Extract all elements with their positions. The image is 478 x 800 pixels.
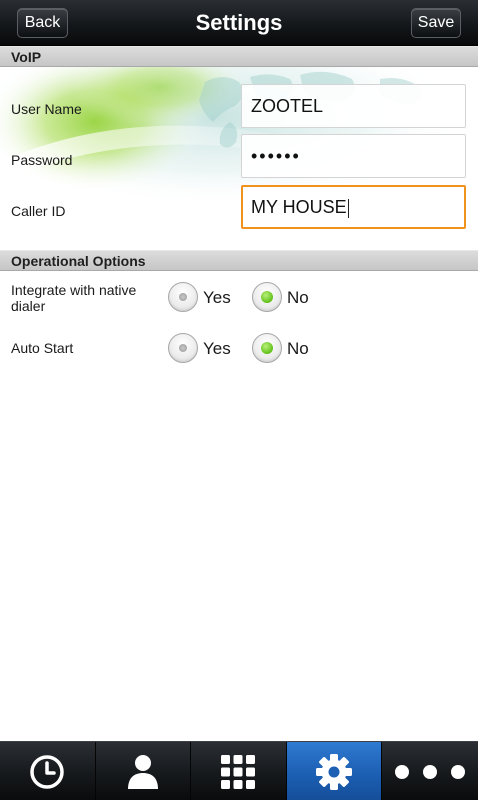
gear-icon [316,753,353,790]
voip-section: User Name ZOOTEL Password •••••• Caller … [0,67,478,250]
auto-start-yes-label[interactable]: Yes [203,339,231,359]
user-name-input[interactable]: ZOOTEL [241,84,466,128]
bottom-tab-bar [0,741,478,800]
tab-dialpad[interactable] [191,742,287,800]
voip-section-header: VoIP [0,46,478,67]
auto-start-label: Auto Start [11,340,74,356]
native-dialer-no-label[interactable]: No [287,288,309,308]
password-input[interactable]: •••••• [241,134,466,178]
header-bar: Back Settings Save [0,0,478,46]
caller-id-input[interactable]: MY HOUSE [241,185,466,229]
tab-history[interactable] [0,742,96,800]
native-dialer-yes-label[interactable]: Yes [203,288,231,308]
person-icon [127,754,158,789]
tab-more[interactable] [382,742,478,800]
auto-start-yes-radio[interactable] [168,333,198,363]
caller-id-label: Caller ID [11,203,66,219]
caller-id-value: MY HOUSE [251,197,347,217]
password-value: •••••• [251,146,301,166]
native-dialer-label: Integrate with native dialer [11,282,137,314]
user-name-label: User Name [11,101,82,117]
native-dialer-no-radio[interactable] [252,282,282,312]
password-label: Password [11,152,73,168]
clock-icon [30,754,65,789]
tab-settings[interactable] [286,742,383,800]
auto-start-no-radio[interactable] [252,333,282,363]
auto-start-no-label[interactable]: No [287,339,309,359]
tab-contacts[interactable] [96,742,192,800]
page-title: Settings [195,10,283,35]
text-caret [347,198,349,218]
more-dots-icon [395,764,466,779]
user-name-value: ZOOTEL [251,96,324,116]
native-dialer-yes-radio[interactable] [168,282,198,312]
keypad-icon [221,754,256,789]
save-button[interactable]: Save [411,8,461,38]
operational-options-header: Operational Options [0,250,478,271]
